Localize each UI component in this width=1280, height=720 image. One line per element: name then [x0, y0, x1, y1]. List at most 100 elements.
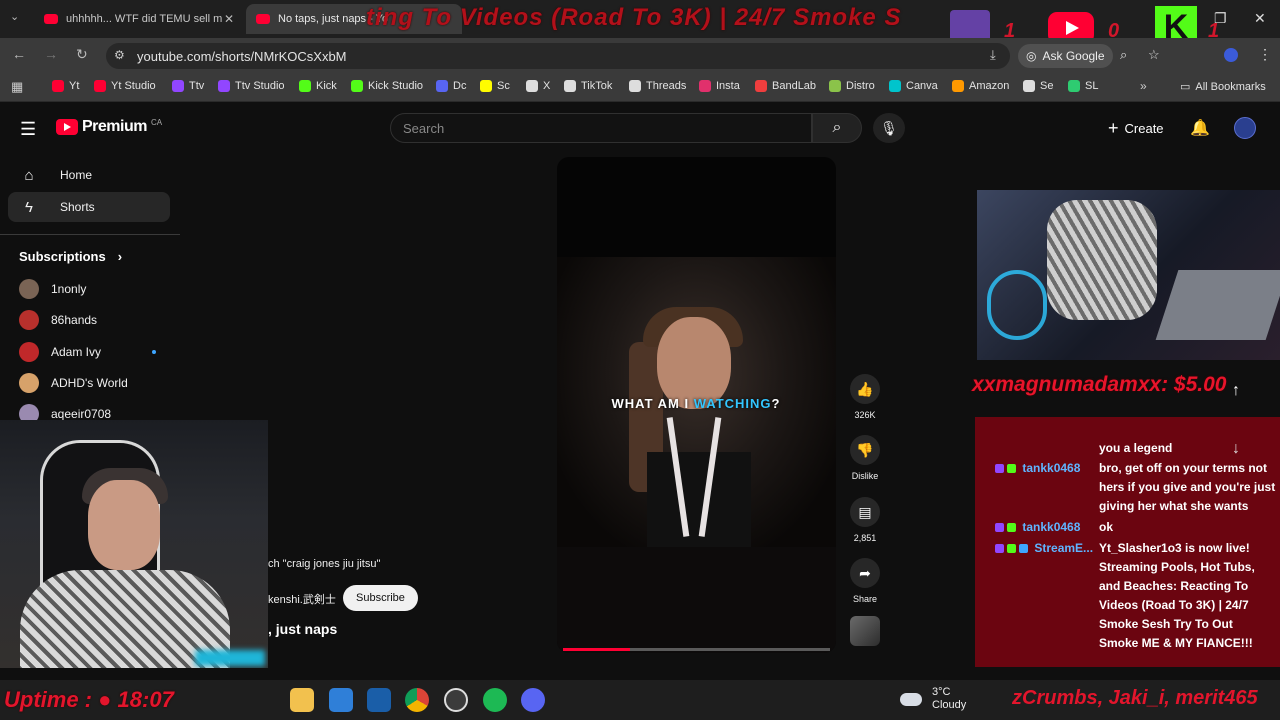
bookmark-item[interactable]: Yt — [52, 80, 79, 92]
bookmark-item[interactable]: Distro — [829, 80, 875, 92]
discord-icon[interactable] — [521, 688, 545, 712]
bookmark-item[interactable]: Sc — [480, 80, 510, 92]
restore-icon[interactable]: ❐ — [1214, 10, 1227, 27]
chat-line: Smoke Sesh Try To Out — [1099, 617, 1233, 631]
forward-icon[interactable]: → — [44, 46, 58, 62]
bookmark-item[interactable]: SL — [1068, 80, 1098, 92]
bookmark-favicon-icon — [436, 80, 448, 92]
subscription-channel[interactable]: ADHD's World — [19, 371, 128, 395]
sound-thumbnail[interactable] — [850, 616, 880, 646]
caption-part: WHAT AM I — [611, 396, 690, 411]
bookmark-favicon-icon — [829, 80, 841, 92]
bookmark-label: Ttv Studio — [235, 80, 285, 92]
sidebar-item-home[interactable]: ⌂ Home — [8, 160, 170, 190]
bookmark-label: Ttv — [189, 80, 205, 92]
bookmark-item[interactable]: X — [526, 80, 550, 92]
chat-line: and Beaches: Reacting To — [1099, 579, 1249, 593]
spotify-icon[interactable] — [483, 688, 507, 712]
tab-search-chevron-icon[interactable]: ⌄ — [10, 10, 19, 23]
bookmark-item[interactable]: Kick Studio — [351, 80, 423, 92]
voice-search-button[interactable]: 🎙 — [873, 113, 905, 143]
ask-google-button[interactable]: ◎ Ask Google — [1018, 44, 1113, 68]
bookmark-favicon-icon — [564, 80, 576, 92]
bookmark-item[interactable]: Se — [1023, 80, 1053, 92]
avatar[interactable] — [1234, 117, 1256, 139]
sidebar-item-shorts[interactable]: ϟ Shorts — [8, 192, 170, 222]
bookmark-item[interactable]: Ttv — [172, 80, 204, 92]
subscription-channel[interactable]: 1nonly — [19, 277, 86, 301]
dislike-action[interactable]: 👎 Dislike — [850, 435, 880, 481]
share-action[interactable]: ➦ Share — [850, 558, 880, 604]
comment-icon[interactable]: ▤ — [850, 497, 880, 527]
bookmark-item[interactable]: TikTok — [564, 80, 612, 92]
youtube-premium-logo[interactable]: Premium CA — [56, 118, 162, 136]
chat-line: hers if you give and you're just — [1099, 480, 1276, 494]
comments-action[interactable]: ▤ 2,851 — [850, 497, 880, 543]
bookmark-label: Threads — [646, 80, 687, 92]
sidebar-subscriptions-header[interactable]: Subscriptions › — [19, 249, 122, 264]
bookmark-item[interactable]: Threads — [629, 80, 686, 92]
arrow-down-icon[interactable]: ↓ — [1232, 440, 1240, 458]
app-icon[interactable] — [367, 688, 391, 712]
all-bookmarks-label: All Bookmarks — [1195, 80, 1266, 93]
all-bookmarks-folder[interactable]: ▭ All Bookmarks — [1180, 80, 1266, 94]
search-button[interactable]: ⌕ — [812, 113, 862, 143]
kebab-menu-icon[interactable]: ⋮ — [1258, 46, 1272, 63]
thumbs-up-icon[interactable]: 👍 — [850, 374, 880, 404]
profile-icon[interactable] — [1224, 48, 1238, 62]
search-input[interactable]: Search — [390, 113, 812, 143]
bookmark-item[interactable]: Ttv Studio — [218, 80, 285, 92]
bookmark-item[interactable]: Canva — [889, 80, 938, 92]
bookmark-item[interactable]: Amazon — [952, 80, 1009, 92]
uptime-value: 18:07 — [117, 687, 174, 712]
bookmark-star-icon[interactable]: ☆ — [1148, 47, 1160, 63]
bookmark-favicon-icon — [889, 80, 901, 92]
create-button[interactable]: + Create — [1100, 113, 1172, 143]
thumbs-down-icon[interactable]: 👎 — [850, 435, 880, 465]
region-code: CA — [150, 117, 163, 127]
bookmark-favicon-icon — [629, 80, 641, 92]
bookmark-item[interactable]: Yt Studio — [94, 80, 156, 92]
subscribe-button[interactable]: Subscribe — [343, 585, 418, 611]
led-light — [195, 650, 265, 666]
more-bookmarks-icon[interactable]: » — [1140, 79, 1147, 93]
microphone-icon: 🎙 — [880, 119, 898, 136]
share-icon[interactable]: ➦ — [850, 558, 880, 588]
caption-highlight: WATCHING — [693, 396, 772, 411]
store-icon[interactable] — [329, 688, 353, 712]
install-icon[interactable]: ⤓ — [990, 47, 996, 63]
donation-alert: xxmagnumadamxx: $5.00 — [972, 373, 1227, 396]
bookmark-item[interactable]: BandLab — [755, 80, 816, 92]
youtube-favicon-icon — [256, 14, 270, 24]
weather-widget[interactable]: 3°C Cloudy — [900, 686, 966, 712]
close-icon[interactable]: ✕ — [224, 12, 234, 26]
tab-temu[interactable]: uhhhhh... WTF did TEMU sell m ✕ — [34, 4, 244, 34]
youtube-play-icon — [56, 119, 78, 135]
subscription-channel[interactable]: Adam Ivy — [19, 340, 101, 364]
bookmark-label: SL — [1085, 80, 1099, 92]
window-close-icon[interactable]: ✕ — [1254, 10, 1266, 27]
badge-icon — [1007, 544, 1016, 554]
hamburger-menu-icon[interactable]: ☰ — [20, 119, 36, 140]
short-channel-name[interactable]: kenshi.武剣士 — [268, 591, 336, 607]
laptop — [1155, 270, 1280, 340]
like-action[interactable]: 👍 326K — [850, 374, 880, 420]
back-icon[interactable]: ← — [12, 46, 26, 62]
chrome-icon[interactable] — [405, 688, 429, 712]
bookmark-item[interactable]: Insta — [699, 80, 740, 92]
url-text[interactable]: youtube.com/shorts/NMrKOCsXxbM — [137, 49, 347, 64]
record-icon: ● — [98, 687, 112, 712]
apps-grid-icon[interactable]: ▦ — [11, 79, 23, 95]
obs-icon[interactable] — [444, 688, 468, 712]
file-explorer-icon[interactable] — [290, 688, 314, 712]
subscription-channel[interactable]: 86hands — [19, 308, 97, 332]
bookmark-item[interactable]: Dc — [436, 80, 466, 92]
site-info-icon[interactable]: ⚙ — [114, 48, 125, 62]
search-suggestion-chip[interactable]: ch "craig jones jiu jitsu" — [268, 558, 380, 570]
notifications-bell-icon[interactable]: 🔔 — [1190, 118, 1210, 138]
bookmark-favicon-icon — [526, 80, 538, 92]
zoom-icon[interactable]: ⌕ — [1120, 47, 1127, 63]
bookmark-favicon-icon — [172, 80, 184, 92]
reload-icon[interactable]: ↻ — [76, 46, 88, 63]
bookmark-item[interactable]: Kick — [299, 80, 337, 92]
